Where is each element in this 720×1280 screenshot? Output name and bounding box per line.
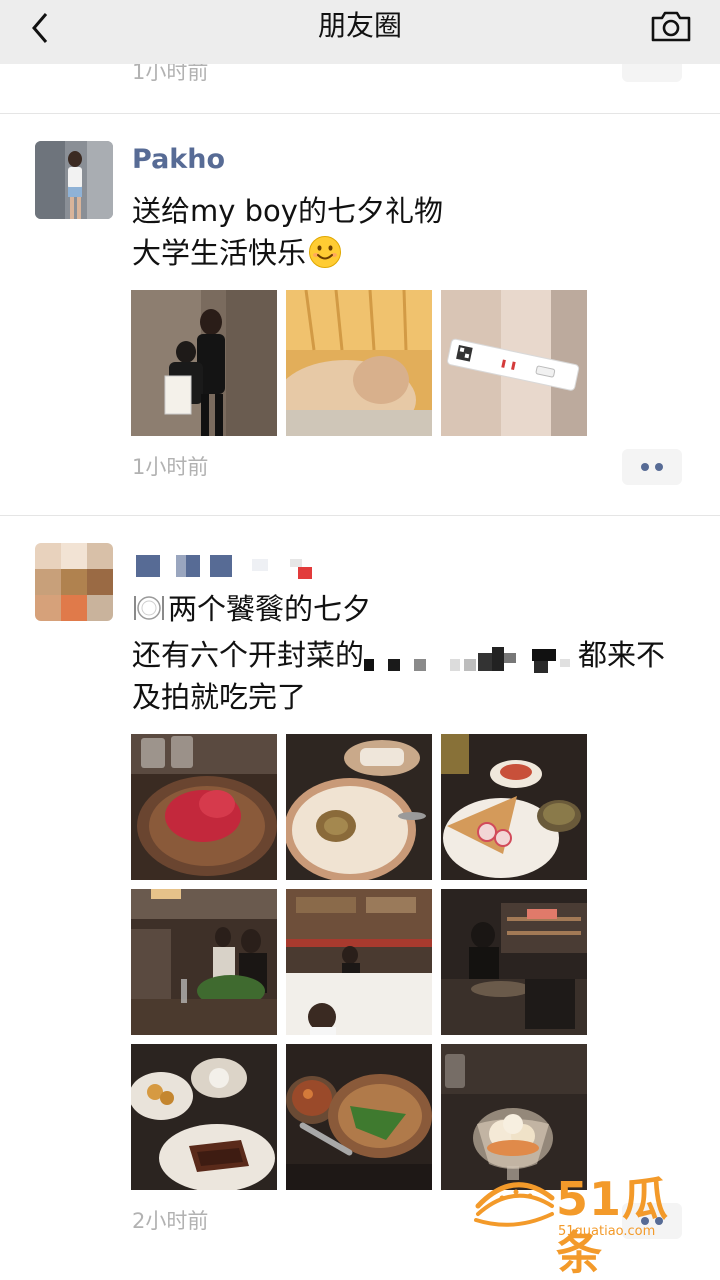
post-photo-chef-grill[interactable] [441, 889, 587, 1035]
avatar[interactable] [35, 141, 113, 219]
post-divider [0, 113, 720, 114]
post-photo-open-kitchen[interactable] [286, 889, 432, 1035]
post-time: 1小时前 [132, 455, 209, 479]
post-photo-bedroom[interactable] [286, 290, 432, 436]
post-username[interactable]: Pakho [132, 143, 225, 177]
post-time: 2小时前 [132, 1209, 209, 1233]
post-photo-stew-and-greens[interactable] [286, 1044, 432, 1190]
watermark-logo: 51瓜条 51guatiao.com [472, 1172, 702, 1280]
post-photo-ice-cream-dessert[interactable] [441, 1044, 587, 1190]
post-photo-couple[interactable] [131, 290, 277, 436]
page-title: 朋友圈 [317, 9, 402, 42]
post-text-content: 还有六个开封菜的 [132, 638, 365, 672]
post-more-button[interactable] [622, 449, 682, 485]
post-photo-raw-meat-plate[interactable] [131, 734, 277, 880]
post-text-line-with-emoji: 两个饕餮的七夕 [132, 588, 371, 630]
post-text-content: 大学生活快乐 [132, 236, 307, 270]
post-photo-test-strip[interactable] [441, 290, 587, 436]
watermark-icon [474, 1182, 555, 1227]
more-dot [641, 463, 649, 471]
post-text-content: 两个饕餮的七夕 [168, 592, 372, 626]
moments-screen: 朋友圈 1小时前 Pakho 送给my boy的七夕礼物 大学生活快乐 1小时前… [0, 0, 720, 1280]
camera-icon [651, 11, 691, 42]
post-photo-restaurant-bar[interactable] [131, 889, 277, 1035]
post-photo-steak-dishes[interactable] [131, 1044, 277, 1190]
watermark-url: 51guatiao.com [558, 1224, 656, 1239]
redacted-text-mosaic [364, 647, 571, 673]
post-text-line-with-emoji: 大学生活快乐 [132, 232, 342, 274]
post-divider [0, 515, 720, 516]
post-text-line: 及拍就吃完了 [132, 680, 307, 714]
more-dot [655, 463, 663, 471]
avatar-pixelated[interactable] [35, 543, 113, 621]
plate-cutlery-emoji [134, 596, 164, 620]
navigation-bar: 朋友圈 [0, 0, 720, 64]
smiling-face-emoji [309, 236, 342, 268]
post-username-pixelated[interactable] [132, 549, 332, 581]
post-photo-flatbread-plate[interactable] [441, 734, 587, 880]
post-text-line-redacted: 还有六个开封菜的 都来不 [132, 634, 692, 676]
post-text-line: 送给my boy的七夕礼物 [132, 194, 443, 228]
camera-button[interactable] [650, 8, 692, 44]
post-text-content: 都来不 [578, 638, 666, 672]
post-photo-dessert-plate[interactable] [286, 734, 432, 880]
